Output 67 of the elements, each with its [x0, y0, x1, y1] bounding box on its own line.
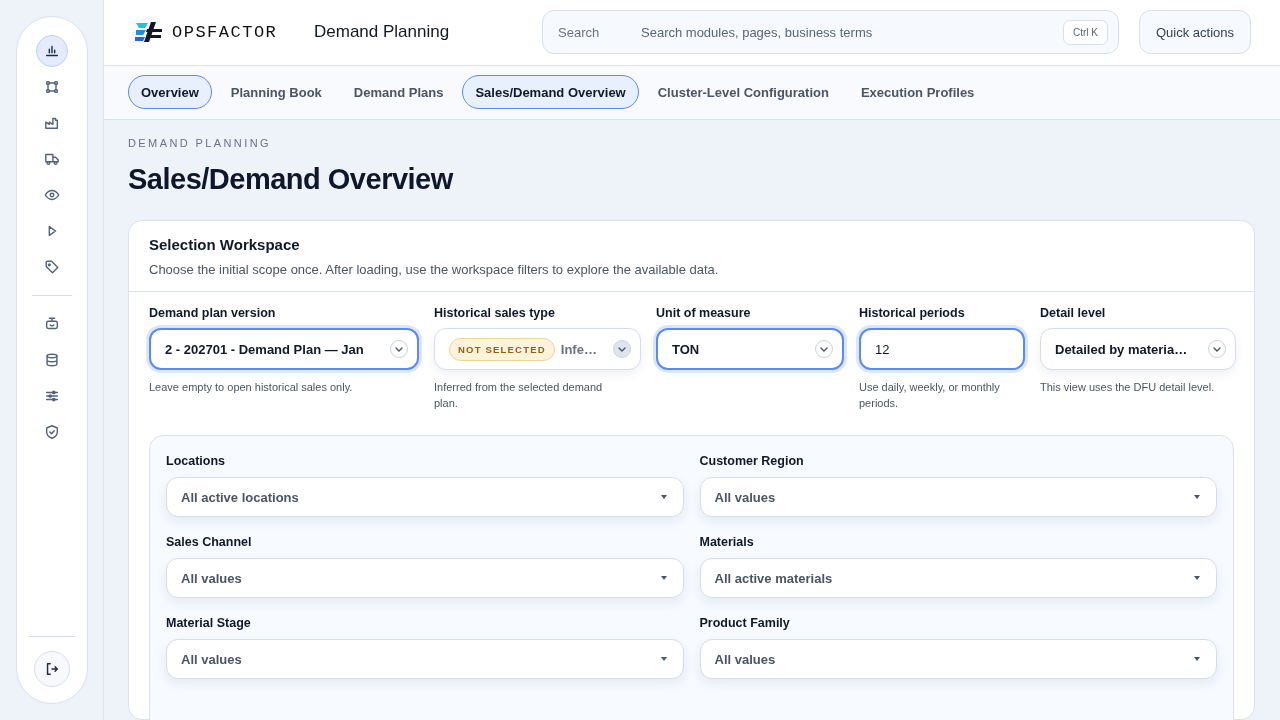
truck-icon	[44, 151, 60, 167]
input-field[interactable]: 12	[859, 328, 1025, 370]
card-title: Selection Workspace	[149, 236, 301, 253]
search-field[interactable]: Search modules, pages, business terms	[639, 23, 1063, 41]
caret-icon	[660, 576, 667, 580]
database-icon	[44, 352, 60, 368]
bar-chart-icon	[44, 43, 60, 59]
logout-icon	[44, 661, 60, 677]
tab[interactable]: Demand Plans	[340, 75, 457, 110]
brand-name: OPSFACTOR	[172, 22, 278, 42]
card-description: Choose the initial scope once. After loading, use the workspace filters to explore the available data.	[149, 262, 720, 277]
field-hint: This view uses the DFU detail level.	[1040, 380, 1216, 395]
dropdown[interactable]: All values	[699, 477, 1217, 517]
search-label: Search	[558, 24, 601, 40]
field-hint: Leave empty to open historical sales only.	[149, 380, 354, 395]
factory-icon	[44, 115, 60, 131]
field-hint: Use daily, weekly, or monthly periods.	[859, 380, 1001, 411]
field-label: Historical sales type	[434, 306, 556, 320]
caret-icon	[660, 495, 667, 499]
select-field[interactable]: Detailed by materia…	[1040, 328, 1236, 370]
filter-label: Customer Region	[699, 454, 805, 468]
field-label: Detail level	[1040, 306, 1107, 320]
caret-icon	[1194, 576, 1200, 580]
filter-label: Sales Channel	[166, 535, 253, 549]
dropdown[interactable]: All values	[166, 558, 684, 598]
shortcut-hint: Ctrl K	[1063, 19, 1108, 45]
filter-label: Product Family	[699, 616, 791, 630]
eye-icon	[44, 187, 60, 203]
filter-label: Materials	[699, 535, 755, 549]
module-title: Demand Planning	[314, 22, 451, 43]
quick-actions-button[interactable]: Quick actions	[1139, 10, 1252, 55]
chevron-down-icon	[389, 339, 409, 359]
caret-icon	[1194, 657, 1200, 661]
tab[interactable]: Sales/Demand Overview	[462, 75, 639, 110]
page-title: Sales/Demand Overview	[128, 163, 455, 196]
dropdown[interactable]: All values	[166, 639, 684, 679]
robot-icon	[44, 316, 60, 332]
field-label: Historical periods	[859, 306, 966, 320]
field-label: Demand plan version	[149, 306, 277, 320]
logo-icon	[134, 21, 164, 44]
tab[interactable]: Execution Profiles	[847, 75, 988, 110]
breadcrumb: DEMAND PLANNING	[128, 137, 272, 149]
tab[interactable]: Overview	[128, 75, 212, 110]
chevron-down-icon	[612, 339, 632, 359]
chevron-down-icon	[1207, 339, 1227, 359]
nodes-icon	[44, 79, 60, 95]
select-field[interactable]: 2 - 202701 - Demand Plan — Jan	[149, 328, 419, 370]
dropdown[interactable]: All active locations	[166, 477, 684, 517]
filter-label: Locations	[166, 454, 227, 468]
sliders-icon	[44, 388, 60, 404]
logout-button[interactable]	[34, 651, 70, 687]
tag-icon	[44, 259, 60, 275]
field-hint: Inferred from the selected demand plan.	[434, 380, 604, 411]
dropdown[interactable]: All active materials	[699, 558, 1217, 598]
dropdown[interactable]: All values	[699, 639, 1217, 679]
caret-icon	[1194, 495, 1200, 499]
caret-icon	[660, 657, 667, 661]
status-badge: NOT SELECTED	[449, 337, 555, 361]
tab[interactable]: Planning Book	[217, 75, 335, 110]
chevron-down-icon	[814, 339, 834, 359]
search-bar[interactable]: Search Search modules, pages, business terms Ctrl K	[542, 10, 1119, 55]
filter-label: Material Stage	[166, 616, 252, 630]
tab[interactable]: Cluster-Level Configuration	[644, 75, 842, 110]
sidebar-item[interactable]	[36, 35, 68, 67]
shield-icon	[44, 424, 60, 440]
select-field[interactable]: TON	[656, 328, 844, 370]
field-label: Unit of measure	[656, 306, 752, 320]
